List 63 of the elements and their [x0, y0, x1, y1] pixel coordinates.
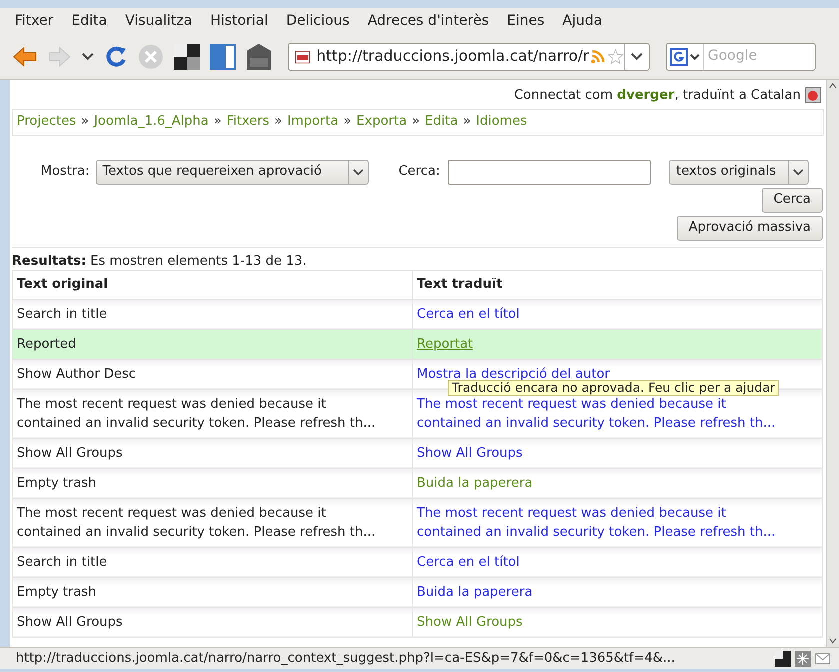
address-field[interactable]: http://traduccions.joomla.cat/narro/r	[288, 42, 650, 70]
breadcrumb-separator: »	[214, 113, 222, 132]
table-cell: Empty trash	[12, 577, 412, 607]
breadcrumb-separator: »	[412, 113, 420, 132]
search-engine-field[interactable]: Google	[666, 42, 816, 70]
menu-item[interactable]: Fitxer	[15, 10, 54, 32]
show-label: Mostra:	[41, 163, 90, 182]
breadcrumb-separator: »	[463, 113, 472, 132]
caret-icon	[630, 52, 643, 60]
breadcrumb-link[interactable]: Fitxers	[226, 112, 270, 132]
checker-icon[interactable]	[775, 650, 791, 666]
search-field[interactable]	[448, 160, 652, 184]
menu-item[interactable]: Eines	[507, 10, 545, 32]
search-input[interactable]: Google	[704, 46, 804, 67]
breadcrumb-link[interactable]: Importa	[287, 112, 339, 132]
user-status-text: Connectat com dverger, traduïnt a Catalan	[514, 87, 801, 105]
menu-item[interactable]: Adreces d'interès	[368, 10, 490, 32]
status-text: http://traduccions.joomla.cat/narro/narro_context_suggest.php?l=ca-ES&p=7&f=0&c=1365&tf=4&...	[16, 650, 676, 668]
breadcrumb-separator: »	[274, 113, 282, 132]
column-header: Text original	[12, 270, 412, 299]
breadcrumb-link[interactable]: Joomla_1.6_Alpha	[94, 112, 209, 132]
caret-icon	[352, 168, 364, 176]
caret-icon[interactable]	[82, 52, 94, 60]
menu-item[interactable]: Delicious	[286, 10, 350, 32]
back-icon[interactable]	[12, 46, 38, 68]
engine-button[interactable]	[667, 44, 704, 70]
caret-icon	[690, 54, 700, 60]
table-cell: Show Author Desc	[12, 359, 412, 389]
breadcrumb-separator: »	[344, 113, 352, 132]
table-cell: Reported	[12, 329, 412, 359]
bookmark-icon[interactable]	[210, 44, 236, 70]
tooltip: Traducció encara no aprovada. Feu clic per a ajudar	[448, 380, 780, 396]
table-cell: The most recent request was denied because it contained an invalid security token. Please refresh th...	[12, 389, 412, 438]
breadcrumb-link[interactable]: Exporta	[356, 112, 408, 132]
table-cell: Search in title	[12, 547, 412, 577]
menu-item[interactable]: Historial	[210, 10, 268, 32]
breadcrumb-link[interactable]: Projectes	[17, 112, 76, 132]
search-button[interactable]: Cerca	[762, 188, 823, 212]
mass-approval-button[interactable]: Aprovació massiva	[676, 216, 823, 240]
menu-item[interactable]: Edita	[72, 10, 108, 32]
google-icon	[670, 48, 688, 66]
tag-icon[interactable]	[246, 42, 272, 70]
url-text: http://traduccions.joomla.cat/narro/r	[316, 46, 590, 68]
results-summary: Resultats: Es mostren elements 1-13 de 13.	[11, 252, 308, 270]
envelope-icon[interactable]	[815, 650, 831, 666]
table-cell: Show All Groups	[12, 607, 412, 637]
table-cell: Empty trash	[12, 468, 412, 498]
column-header: Text traduït	[412, 270, 822, 299]
table-cell: The most recent request was denied because it contained an invalid security token. Please refresh th...	[12, 498, 412, 547]
menu-item[interactable]: Visualitza	[125, 10, 192, 32]
breadcrumb-link[interactable]: Edita	[425, 112, 458, 132]
menu-item[interactable]: Ajuda	[562, 10, 602, 32]
search-label: Cerca:	[398, 163, 440, 182]
table-cell: Show All Groups	[12, 438, 412, 468]
star-icon[interactable]	[608, 46, 624, 66]
breadcrumb-link[interactable]: Idiomes	[476, 112, 528, 132]
checker-icon[interactable]	[174, 44, 200, 70]
caret-icon	[793, 168, 804, 176]
table-cell: Search in title	[12, 299, 412, 329]
search-in-dropdown[interactable]: textos originals	[669, 160, 810, 184]
logout-icon[interactable]	[805, 87, 822, 104]
breadcrumb-separator: »	[81, 113, 90, 132]
show-dropdown[interactable]: Textos que requereixen aprovació	[96, 160, 369, 184]
